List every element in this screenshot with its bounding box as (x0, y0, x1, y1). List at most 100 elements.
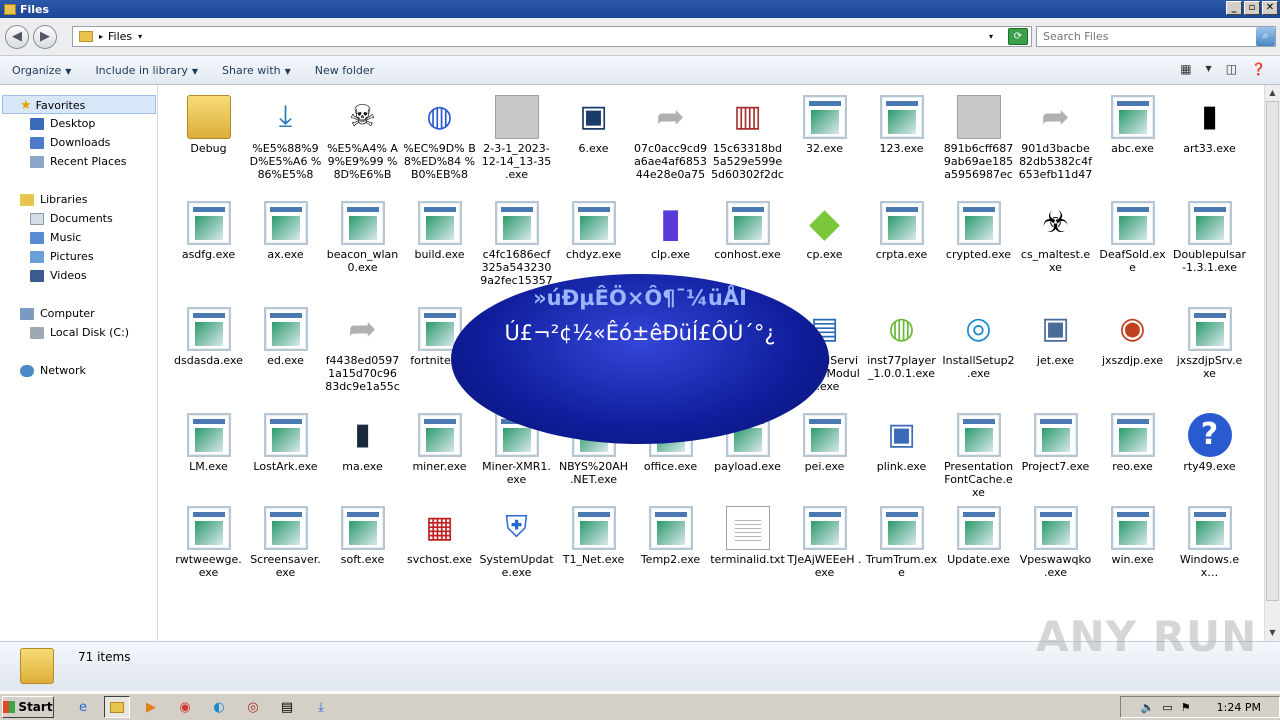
file-item[interactable]: soft.exe (325, 506, 400, 593)
organize-menu[interactable]: Organize ▼ (0, 64, 83, 77)
file-item[interactable]: TrumTrum.ex e (864, 506, 939, 593)
file-item[interactable]: rwtweewge. exe (171, 506, 246, 593)
file-item[interactable]: ☠ %E5%A4% A9%E9%99 %8D%E6%B F%80%E5… (325, 95, 400, 182)
file-item[interactable]: 2-3-1_2023- 12-14_13-35 .exe (479, 95, 554, 182)
file-item[interactable]: LM.exe (171, 413, 246, 500)
nav-documents[interactable]: Documents (30, 212, 113, 225)
file-item[interactable]: ◆ cp.exe (787, 201, 862, 288)
help-icon[interactable]: ❓ (1251, 62, 1266, 76)
back-button[interactable]: ◀ (5, 25, 29, 49)
file-item[interactable]: ➦ 07c0acc9cd9 a6ae4af6853 44e28e0a75 6d3f… (633, 95, 708, 182)
file-item[interactable]: Presentation FontCache.e xe (941, 413, 1016, 500)
vertical-scrollbar[interactable]: ▲ ▼ (1264, 85, 1280, 641)
view-options-icon[interactable]: ▦ (1180, 62, 1191, 76)
nav-local-disk[interactable]: Local Disk (C:) (30, 326, 129, 339)
search-icon[interactable]: ⌕ (1256, 27, 1275, 46)
file-item[interactable]: TJeAjWEEeH .exe (787, 506, 862, 593)
file-item[interactable]: crypted.exe (941, 201, 1016, 288)
file-item[interactable]: ◎ InstallSetup2 .exe (941, 307, 1016, 394)
file-item[interactable]: 123.exe (864, 95, 939, 182)
nav-videos[interactable]: Videos (30, 269, 87, 282)
file-item[interactable]: c4fc1686ecf 325a543230 9a2fec15357 f6ff8… (479, 201, 554, 288)
file-item[interactable]: Debug (171, 95, 246, 182)
scroll-thumb[interactable] (1266, 101, 1279, 601)
file-item[interactable]: ? rty49.exe (1172, 413, 1247, 500)
file-item[interactable]: reo.exe (1095, 413, 1170, 500)
volume-icon[interactable]: 🔈 (1141, 701, 1155, 714)
file-item[interactable]: Screensaver. exe (248, 506, 323, 593)
file-item[interactable]: ▥ 15c63318bd 5a529e599e 5d60302f2dc 14961… (710, 95, 785, 182)
file-item[interactable]: ▮ art33.exe (1172, 95, 1247, 182)
preview-pane-icon[interactable]: ◫ (1226, 62, 1237, 76)
file-item[interactable]: ◉ jxszdjp.exe (1095, 307, 1170, 394)
file-item[interactable]: ed.exe (248, 307, 323, 394)
ie-icon[interactable]: e (70, 696, 96, 718)
file-item[interactable]: dsdasda.exe (171, 307, 246, 394)
edge-icon[interactable]: ◐ (206, 696, 232, 718)
file-item[interactable]: conhost.exe (710, 201, 785, 288)
file-item[interactable]: ⛨ SystemUpdat e.exe (479, 506, 554, 593)
file-item[interactable]: ▮ ma.exe (325, 413, 400, 500)
scroll-down-icon[interactable]: ▼ (1265, 625, 1280, 641)
maximize-button[interactable]: ▫ (1244, 1, 1260, 15)
file-item[interactable]: terminalid.txt (710, 506, 785, 593)
nav-recent-places[interactable]: Recent Places (30, 155, 127, 168)
file-item[interactable]: pei.exe (787, 413, 862, 500)
calculator-icon[interactable]: ▤ (274, 696, 300, 718)
file-item[interactable]: ▣ 6.exe (556, 95, 631, 182)
close-button[interactable]: ✕ (1262, 1, 1278, 15)
start-button[interactable]: Start (2, 696, 54, 718)
file-item[interactable]: ◍ inst77player _1.0.0.1.exe (864, 307, 939, 394)
nav-pictures[interactable]: Pictures (30, 250, 94, 263)
file-item[interactable]: crpta.exe (864, 201, 939, 288)
nav-libraries[interactable]: Libraries (20, 193, 88, 206)
network-tray-icon[interactable]: ▭ (1162, 701, 1172, 714)
nav-computer[interactable]: Computer (20, 307, 95, 320)
app-icon[interactable]: ◎ (240, 696, 266, 718)
nav-desktop[interactable]: Desktop (30, 117, 95, 130)
refresh-button[interactable]: ⟳ (1008, 28, 1028, 45)
file-item[interactable]: abc.exe (1095, 95, 1170, 182)
file-item[interactable]: DeafSold.ex e (1095, 201, 1170, 288)
file-item[interactable]: 891b6cff687 9ab69ae185 a5956987ec 46daaf… (941, 95, 1016, 182)
flag-icon[interactable]: ⚑ (1181, 701, 1191, 714)
file-item[interactable]: ➦ f4438ed0597 1a15d70c96 83dc9e1a55c 583e… (325, 307, 400, 394)
scroll-up-icon[interactable]: ▲ (1265, 85, 1280, 101)
chrome-icon[interactable]: ◉ (172, 696, 198, 718)
file-item[interactable]: Update.exe (941, 506, 1016, 593)
file-item[interactable]: win.exe (1095, 506, 1170, 593)
file-item[interactable]: ◍ %EC%9D% B8%ED%84 %B0%EB%8 4%B7_%E… (402, 95, 477, 182)
file-item[interactable]: 32.exe (787, 95, 862, 182)
clock[interactable]: 1:24 PM (1217, 701, 1261, 714)
explorer-taskbar-icon[interactable] (104, 696, 130, 718)
chevron-down-icon[interactable]: ▾ (138, 32, 142, 41)
file-item[interactable]: ▣ plink.exe (864, 413, 939, 500)
file-item[interactable]: Project7.exe (1018, 413, 1093, 500)
file-item[interactable]: build.exe (402, 201, 477, 288)
include-in-library-menu[interactable]: Include in library ▼ (83, 64, 210, 77)
media-player-icon[interactable]: ▶ (138, 696, 164, 718)
breadcrumb[interactable]: Files (108, 30, 132, 43)
file-item[interactable]: jxszdjpSrv.e xe (1172, 307, 1247, 394)
search-input[interactable] (1036, 26, 1276, 47)
file-item[interactable]: asdfg.exe (171, 201, 246, 288)
download-app-icon[interactable]: ⤓ (308, 696, 334, 718)
new-folder-button[interactable]: New folder (303, 64, 386, 77)
file-item[interactable]: Temp2.exe (633, 506, 708, 593)
file-item[interactable]: beacon_wlan 0.exe (325, 201, 400, 288)
file-item[interactable]: miner.exe (402, 413, 477, 500)
address-field[interactable]: ▸ Files ▾ ▾ (72, 26, 1032, 47)
forward-button[interactable]: ▶ (33, 25, 57, 49)
address-dropdown-icon[interactable]: ▾ (989, 32, 993, 41)
chevron-down-icon[interactable]: ▼ (1206, 62, 1212, 76)
file-item[interactable]: ☣ cs_maltest.e xe (1018, 201, 1093, 288)
file-item[interactable]: T1_Net.exe (556, 506, 631, 593)
nav-music[interactable]: Music (30, 231, 81, 244)
nav-downloads[interactable]: Downloads (30, 136, 110, 149)
file-item[interactable]: Doublepulsar -1.3.1.exe (1172, 201, 1247, 288)
file-item[interactable]: ➦ 901d3bacbe 82db5382c4f 653efb11d47 8425… (1018, 95, 1093, 182)
nav-network[interactable]: Network (20, 364, 86, 377)
file-item[interactable]: ▣ jet.exe (1018, 307, 1093, 394)
file-item[interactable]: ⤓ %E5%88%9 D%E5%A6 %86%E5%8 A%A9%E… (248, 95, 323, 182)
file-item[interactable]: ax.exe (248, 201, 323, 288)
